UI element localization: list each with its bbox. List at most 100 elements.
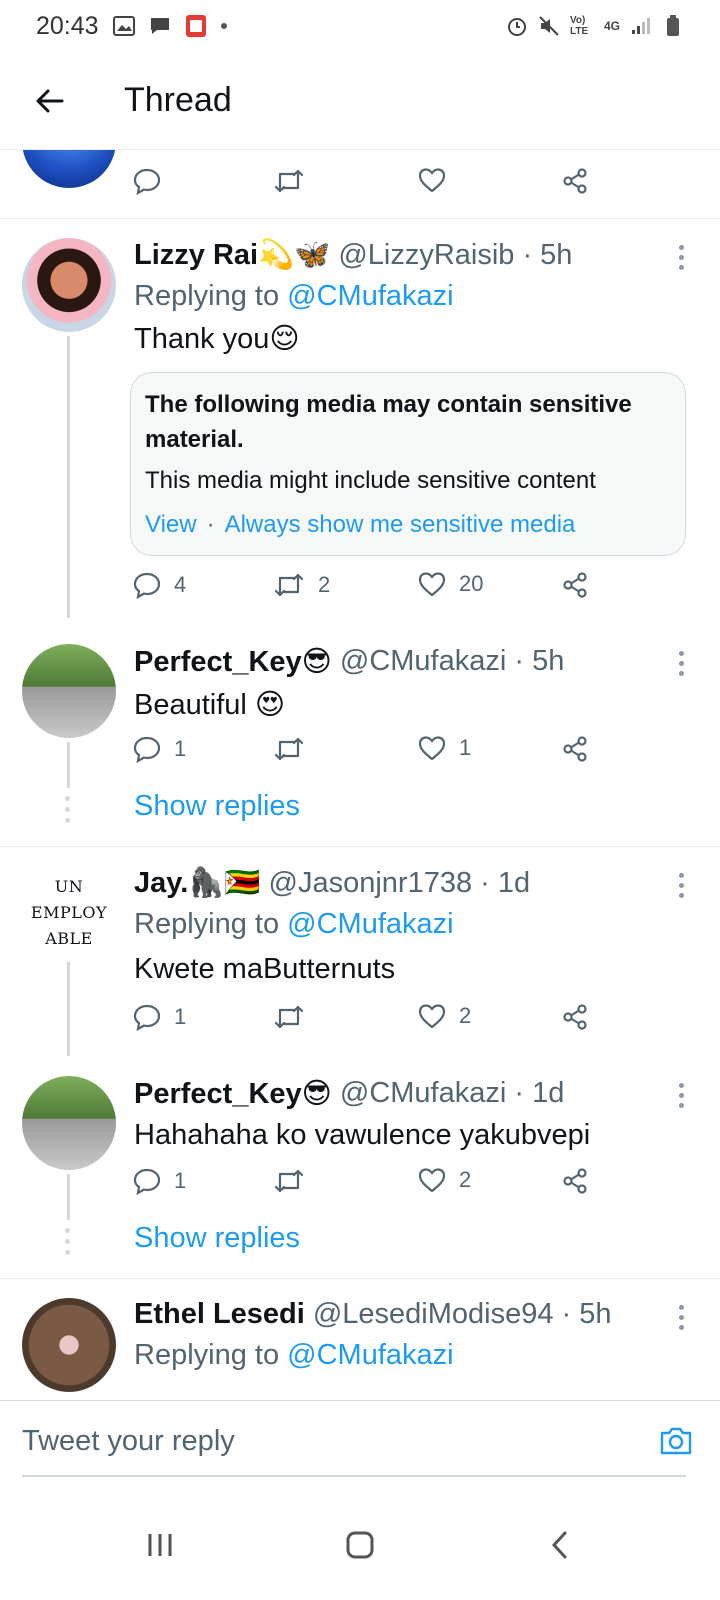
tweet-partial[interactable] xyxy=(0,150,720,220)
author-handle[interactable]: @Jasonjnr1738 · 1d xyxy=(269,867,531,900)
author-handle[interactable]: @CMufakazi · 1d xyxy=(340,1077,564,1110)
reply-button[interactable]: 1 xyxy=(132,1002,186,1032)
like-button[interactable]: 2 xyxy=(417,1166,471,1194)
home-icon xyxy=(346,1531,374,1559)
avatar[interactable] xyxy=(22,644,116,738)
reply-icon xyxy=(133,572,161,600)
show-replies-link[interactable]: Show replies xyxy=(134,1222,300,1255)
status-time: 20:43 xyxy=(36,11,99,40)
divider xyxy=(0,846,720,847)
more-options-button[interactable] xyxy=(666,1080,696,1110)
tweet-header: Perfect_Key😎 @CMufakazi · 1d xyxy=(134,1076,696,1111)
replying-handle-link[interactable]: @CMufakazi xyxy=(287,1339,453,1371)
system-nav-bar xyxy=(0,1490,720,1600)
reply-button[interactable] xyxy=(132,166,162,196)
author-handle[interactable]: @CMufakazi · 5h xyxy=(340,645,564,678)
like-button[interactable]: 2 xyxy=(417,1002,471,1030)
tweet-actions: 1 2 xyxy=(132,1002,592,1042)
alarm-icon xyxy=(506,15,528,37)
retweet-icon xyxy=(274,737,304,761)
recent-apps-button[interactable] xyxy=(120,1515,200,1575)
retweet-button[interactable] xyxy=(272,166,306,196)
more-options-button[interactable] xyxy=(666,648,696,678)
more-options-button[interactable] xyxy=(666,242,696,272)
like-button[interactable]: 20 xyxy=(417,570,483,598)
avatar[interactable] xyxy=(22,150,116,188)
tweet-actions: 4 2 20 xyxy=(132,570,592,610)
tweet-body: Jay.🦍🇿🇼 @Jasonjnr1738 · 1d Replying to @… xyxy=(134,866,696,986)
avatar[interactable] xyxy=(22,238,116,332)
reply-button[interactable]: 1 xyxy=(132,1166,186,1196)
author-name[interactable]: Perfect_Key😎 xyxy=(134,644,332,679)
show-replies-link[interactable]: Show replies xyxy=(134,790,300,823)
reply-button[interactable]: 4 xyxy=(132,570,186,600)
avatar[interactable] xyxy=(22,1076,116,1170)
camera-button[interactable] xyxy=(654,1419,698,1463)
network-indicator: 4G xyxy=(603,19,620,33)
author-handle[interactable]: @LizzyRaisib · 5h xyxy=(338,239,572,272)
sensitive-description: This media might include sensitive conte… xyxy=(145,467,596,494)
like-count: 2 xyxy=(459,1167,472,1192)
replying-to: Replying to @CMufakazi xyxy=(134,280,696,313)
back-button[interactable] xyxy=(0,52,100,150)
thread-line xyxy=(67,1174,70,1220)
avatar[interactable] xyxy=(22,1298,116,1392)
reply-count: 1 xyxy=(174,1168,187,1193)
reply-count: 1 xyxy=(174,1004,187,1029)
reply-input[interactable]: Tweet your reply xyxy=(22,1411,654,1471)
reply-button[interactable]: 1 xyxy=(132,734,186,764)
replying-handle-link[interactable]: @CMufakazi xyxy=(287,908,453,940)
reply-icon xyxy=(133,168,161,196)
mute-icon xyxy=(538,15,560,37)
avatar[interactable]: UN EMPLOY ABLE xyxy=(22,866,116,960)
avatar-text: ABLE xyxy=(45,929,93,948)
tweet-actions xyxy=(132,166,592,206)
reply-icon xyxy=(133,1004,161,1032)
reply-icon xyxy=(133,736,161,764)
replying-to: Replying to @CMufakazi xyxy=(134,1339,696,1372)
retweet-button[interactable]: 2 xyxy=(272,570,330,600)
share-button[interactable] xyxy=(560,1002,590,1032)
gallery-icon xyxy=(112,15,135,37)
tweet-text: Thank you😌 xyxy=(134,323,300,355)
heart-icon xyxy=(418,168,446,193)
share-button[interactable] xyxy=(560,570,590,600)
share-icon xyxy=(563,168,587,194)
author-name[interactable]: Lizzy Rai💫🦋 xyxy=(134,238,330,272)
retweet-button[interactable] xyxy=(272,1166,306,1196)
view-sensitive-link[interactable]: View xyxy=(145,511,197,539)
thread-continuation-dots xyxy=(65,1228,70,1255)
like-button[interactable]: 1 xyxy=(417,734,471,762)
replying-handle-link[interactable]: @CMufakazi xyxy=(287,280,453,312)
always-show-sensitive-link[interactable]: Always show me sensitive media xyxy=(225,511,576,539)
thread-list[interactable]: Lizzy Rai💫🦋 @LizzyRaisib · 5h Replying t… xyxy=(0,150,720,1422)
retweet-button[interactable] xyxy=(272,1002,306,1032)
tweet-text: Beautiful 😍 xyxy=(134,689,286,721)
tweet-body: Perfect_Key😎 @CMufakazi · 1d Hahahaha ko… xyxy=(134,1076,696,1152)
more-options-button[interactable] xyxy=(666,1302,696,1332)
author-handle[interactable]: @LesediModise94 · 5h xyxy=(313,1298,612,1331)
tweet-body: Perfect_Key😎 @CMufakazi · 5h Beautiful 😍 xyxy=(134,644,696,722)
home-button[interactable] xyxy=(320,1515,400,1575)
like-button[interactable] xyxy=(417,166,447,194)
system-back-button[interactable] xyxy=(520,1515,600,1575)
page-title: Thread xyxy=(124,81,232,119)
author-name[interactable]: Ethel Lesedi xyxy=(134,1298,305,1331)
replying-to: Replying to @CMufakazi xyxy=(134,908,696,941)
reply-underline xyxy=(22,1475,686,1477)
divider xyxy=(0,1278,720,1279)
reply-count: 4 xyxy=(174,572,187,597)
thread-continuation-dots xyxy=(65,796,70,823)
author-name[interactable]: Perfect_Key😎 xyxy=(134,1076,332,1111)
battery-icon xyxy=(662,15,684,37)
retweet-button[interactable] xyxy=(272,734,306,764)
more-options-button[interactable] xyxy=(666,870,696,900)
author-name[interactable]: Jay.🦍🇿🇼 xyxy=(134,866,261,900)
recent-apps-icon xyxy=(148,1534,172,1556)
share-button[interactable] xyxy=(560,166,590,196)
share-button[interactable] xyxy=(560,734,590,764)
separator: · xyxy=(206,511,215,538)
reply-bar: Tweet your reply xyxy=(0,1400,720,1480)
share-button[interactable] xyxy=(560,1166,590,1196)
retweet-count: 2 xyxy=(318,572,331,597)
